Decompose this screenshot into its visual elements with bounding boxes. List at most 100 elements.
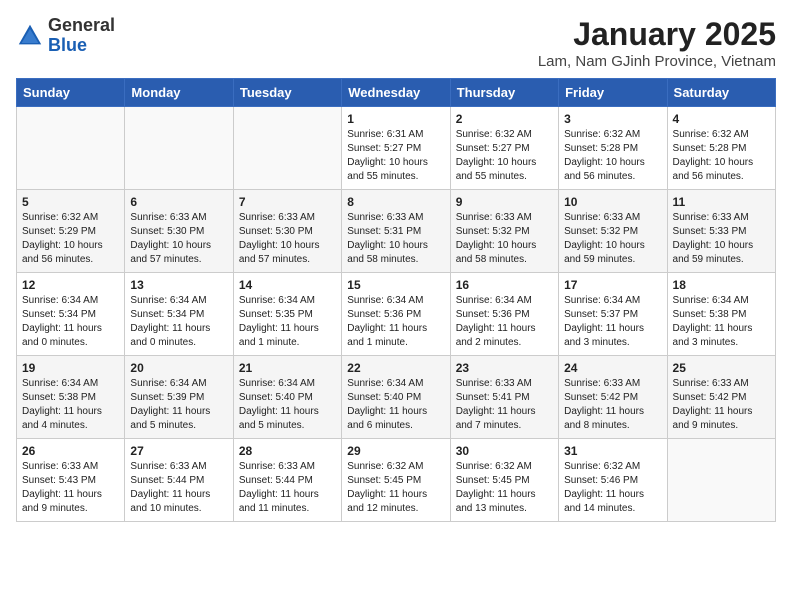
day-number: 30	[456, 444, 553, 458]
day-info: Sunrise: 6:34 AMSunset: 5:40 PMDaylight:…	[239, 377, 336, 433]
calendar-cell: 16 Sunrise: 6:34 AMSunset: 5:36 PMDayligh…	[450, 273, 558, 356]
calendar-cell	[667, 439, 775, 522]
calendar-cell	[125, 107, 233, 190]
calendar-cell: 17 Sunrise: 6:34 AMSunset: 5:37 PMDayligh…	[559, 273, 667, 356]
day-info: Sunrise: 6:33 AMSunset: 5:32 PMDaylight:…	[564, 211, 661, 267]
calendar-cell: 28Sunrise: 6:33 AMSunset: 5:44 PMDayligh…	[233, 439, 341, 522]
location-title: Lam, Nam GJinh Province, Vietnam	[538, 53, 776, 70]
calendar-cell: 9 Sunrise: 6:33 AMSunset: 5:32 PMDaylight…	[450, 190, 558, 273]
weekday-header-friday: Friday	[559, 79, 667, 107]
day-number: 8	[347, 195, 444, 209]
day-info: Sunrise: 6:34 AMSunset: 5:37 PMDaylight:…	[564, 294, 661, 350]
day-number: 5	[22, 195, 119, 209]
day-number: 16	[456, 278, 553, 292]
logo-icon	[16, 22, 44, 50]
day-number: 20	[130, 361, 227, 375]
day-info: Sunrise: 6:33 AMSunset: 5:31 PMDaylight:…	[347, 211, 444, 267]
day-number: 29	[347, 444, 444, 458]
day-number: 3	[564, 112, 661, 126]
day-info: Sunrise: 6:32 AMSunset: 5:29 PMDaylight:…	[22, 211, 119, 267]
calendar-week-5: 26 Sunrise: 6:33 AMSunset: 5:43 PMDayligh…	[17, 439, 776, 522]
day-number: 9	[456, 195, 553, 209]
day-number: 28	[239, 444, 336, 458]
month-title: January 2025	[538, 16, 776, 53]
calendar-cell: 12Sunrise: 6:34 AMSunset: 5:34 PMDayligh…	[17, 273, 125, 356]
calendar-cell: 14Sunrise: 6:34 AMSunset: 5:35 PMDayligh…	[233, 273, 341, 356]
day-info: Sunrise: 6:34 AMSunset: 5:34 PMDaylight:…	[22, 294, 119, 350]
weekday-header-sunday: Sunday	[17, 79, 125, 107]
day-info: Sunrise: 6:34 AMSunset: 5:38 PMDaylight:…	[673, 294, 770, 350]
day-info: Sunrise: 6:32 AMSunset: 5:45 PMDaylight:…	[347, 460, 444, 516]
calendar-cell: 6 Sunrise: 6:33 AMSunset: 5:30 PMDaylight…	[125, 190, 233, 273]
calendar-cell: 13 Sunrise: 6:34 AMSunset: 5:34 PMDayligh…	[125, 273, 233, 356]
calendar-cell: 27 Sunrise: 6:33 AMSunset: 5:44 PMDayligh…	[125, 439, 233, 522]
weekday-header-row: SundayMondayTuesdayWednesdayThursdayFrid…	[17, 79, 776, 107]
calendar-cell	[233, 107, 341, 190]
calendar-cell: 25 Sunrise: 6:33 AMSunset: 5:42 PMDayligh…	[667, 356, 775, 439]
day-number: 25	[673, 361, 770, 375]
calendar-cell: 30Sunrise: 6:32 AMSunset: 5:45 PMDayligh…	[450, 439, 558, 522]
calendar-cell: 15 Sunrise: 6:34 AMSunset: 5:36 PMDayligh…	[342, 273, 450, 356]
calendar-week-1: 1Sunrise: 6:31 AMSunset: 5:27 PMDaylight…	[17, 107, 776, 190]
calendar-cell: 31Sunrise: 6:32 AMSunset: 5:46 PMDayligh…	[559, 439, 667, 522]
calendar-cell: 23 Sunrise: 6:33 AMSunset: 5:41 PMDayligh…	[450, 356, 558, 439]
day-number: 6	[130, 195, 227, 209]
calendar-cell: 18 Sunrise: 6:34 AMSunset: 5:38 PMDayligh…	[667, 273, 775, 356]
day-number: 18	[673, 278, 770, 292]
calendar-cell: 22 Sunrise: 6:34 AMSunset: 5:40 PMDayligh…	[342, 356, 450, 439]
day-number: 10	[564, 195, 661, 209]
day-info: Sunrise: 6:33 AMSunset: 5:44 PMDaylight:…	[130, 460, 227, 516]
calendar-cell: 1Sunrise: 6:31 AMSunset: 5:27 PMDaylight…	[342, 107, 450, 190]
calendar-cell: 7Sunrise: 6:33 AMSunset: 5:30 PMDaylight…	[233, 190, 341, 273]
day-info: Sunrise: 6:33 AMSunset: 5:42 PMDaylight:…	[564, 377, 661, 433]
calendar-cell: 2Sunrise: 6:32 AMSunset: 5:27 PMDaylight…	[450, 107, 558, 190]
logo: General Blue	[16, 16, 115, 56]
day-info: Sunrise: 6:33 AMSunset: 5:33 PMDaylight:…	[673, 211, 770, 267]
day-info: Sunrise: 6:33 AMSunset: 5:30 PMDaylight:…	[239, 211, 336, 267]
day-info: Sunrise: 6:32 AMSunset: 5:27 PMDaylight:…	[456, 128, 553, 184]
day-number: 11	[673, 195, 770, 209]
day-info: Sunrise: 6:32 AMSunset: 5:28 PMDaylight:…	[673, 128, 770, 184]
day-info: Sunrise: 6:33 AMSunset: 5:42 PMDaylight:…	[673, 377, 770, 433]
day-info: Sunrise: 6:33 AMSunset: 5:41 PMDaylight:…	[456, 377, 553, 433]
calendar-week-2: 5 Sunrise: 6:32 AMSunset: 5:29 PMDaylight…	[17, 190, 776, 273]
weekday-header-wednesday: Wednesday	[342, 79, 450, 107]
weekday-header-monday: Monday	[125, 79, 233, 107]
day-info: Sunrise: 6:34 AMSunset: 5:39 PMDaylight:…	[130, 377, 227, 433]
day-number: 14	[239, 278, 336, 292]
title-block: January 2025 Lam, Nam GJinh Province, Vi…	[538, 16, 776, 70]
calendar-cell: 29 Sunrise: 6:32 AMSunset: 5:45 PMDayligh…	[342, 439, 450, 522]
day-info: Sunrise: 6:34 AMSunset: 5:40 PMDaylight:…	[347, 377, 444, 433]
day-info: Sunrise: 6:33 AMSunset: 5:43 PMDaylight:…	[22, 460, 119, 516]
calendar-cell: 24 Sunrise: 6:33 AMSunset: 5:42 PMDayligh…	[559, 356, 667, 439]
day-number: 23	[456, 361, 553, 375]
day-number: 26	[22, 444, 119, 458]
day-number: 22	[347, 361, 444, 375]
day-number: 1	[347, 112, 444, 126]
weekday-header-thursday: Thursday	[450, 79, 558, 107]
day-info: Sunrise: 6:34 AMSunset: 5:38 PMDaylight:…	[22, 377, 119, 433]
day-info: Sunrise: 6:34 AMSunset: 5:36 PMDaylight:…	[347, 294, 444, 350]
day-number: 27	[130, 444, 227, 458]
weekday-header-saturday: Saturday	[667, 79, 775, 107]
day-number: 19	[22, 361, 119, 375]
day-number: 24	[564, 361, 661, 375]
day-number: 17	[564, 278, 661, 292]
calendar-cell: 10 Sunrise: 6:33 AMSunset: 5:32 PMDayligh…	[559, 190, 667, 273]
logo-text: General Blue	[48, 16, 115, 56]
calendar-week-3: 12Sunrise: 6:34 AMSunset: 5:34 PMDayligh…	[17, 273, 776, 356]
day-number: 4	[673, 112, 770, 126]
day-info: Sunrise: 6:32 AMSunset: 5:28 PMDaylight:…	[564, 128, 661, 184]
page-header: General Blue January 2025 Lam, Nam GJinh…	[16, 16, 776, 70]
day-number: 31	[564, 444, 661, 458]
day-info: Sunrise: 6:33 AMSunset: 5:32 PMDaylight:…	[456, 211, 553, 267]
calendar-cell: 5 Sunrise: 6:32 AMSunset: 5:29 PMDaylight…	[17, 190, 125, 273]
day-number: 15	[347, 278, 444, 292]
calendar-cell: 8 Sunrise: 6:33 AMSunset: 5:31 PMDaylight…	[342, 190, 450, 273]
day-info: Sunrise: 6:34 AMSunset: 5:36 PMDaylight:…	[456, 294, 553, 350]
calendar-cell: 26 Sunrise: 6:33 AMSunset: 5:43 PMDayligh…	[17, 439, 125, 522]
day-info: Sunrise: 6:34 AMSunset: 5:34 PMDaylight:…	[130, 294, 227, 350]
day-number: 13	[130, 278, 227, 292]
calendar-table: SundayMondayTuesdayWednesdayThursdayFrid…	[16, 78, 776, 522]
day-info: Sunrise: 6:33 AMSunset: 5:30 PMDaylight:…	[130, 211, 227, 267]
